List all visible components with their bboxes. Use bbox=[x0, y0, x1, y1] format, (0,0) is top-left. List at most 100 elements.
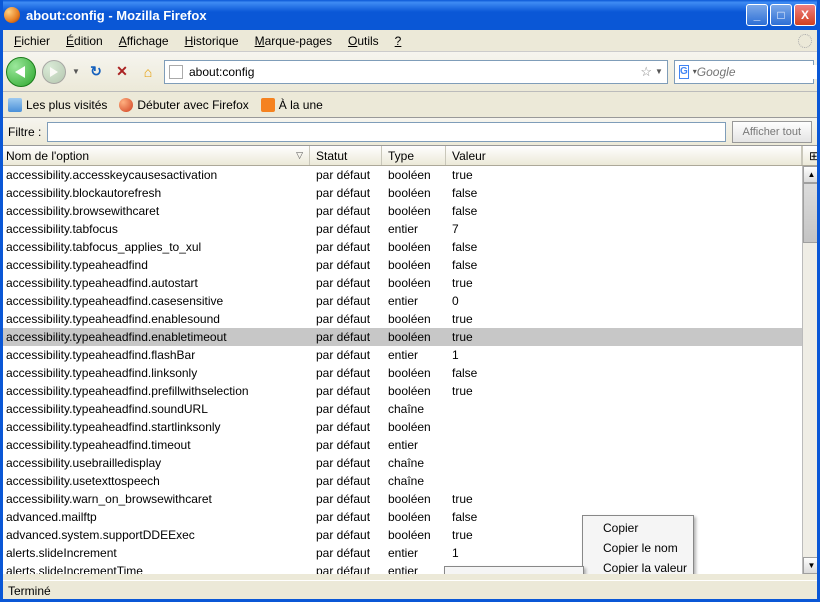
scroll-up-icon[interactable]: ▲ bbox=[803, 166, 820, 183]
table-row[interactable]: accessibility.warn_on_browsewithcaretpar… bbox=[0, 490, 802, 508]
context-item[interactable]: Chaîne de caractères bbox=[447, 569, 581, 574]
table-row[interactable]: accessibility.typeaheadfindpar défautboo… bbox=[0, 256, 802, 274]
table-row[interactable]: accessibility.usebrailledisplaypar défau… bbox=[0, 454, 802, 472]
bookmark-icon bbox=[261, 98, 275, 112]
table-row[interactable]: accessibility.typeaheadfind.casesensitiv… bbox=[0, 292, 802, 310]
minimize-button[interactable]: _ bbox=[746, 4, 768, 26]
url-input[interactable] bbox=[189, 65, 637, 79]
table-row[interactable]: accessibility.accesskeycausesactivationp… bbox=[0, 166, 802, 184]
bookmark-star-icon[interactable]: ☆ bbox=[640, 64, 652, 80]
search-box[interactable]: G ▾ 🔍 bbox=[674, 60, 814, 84]
bookmarks-bar: Les plus visités Débuter avec Firefox À la… bbox=[0, 92, 820, 118]
close-button[interactable]: X bbox=[794, 4, 816, 26]
search-input[interactable] bbox=[697, 65, 820, 79]
context-item[interactable]: Copier la valeur bbox=[585, 558, 691, 574]
menu-outils[interactable]: Outils bbox=[340, 32, 387, 50]
cell-type: booléen bbox=[382, 240, 446, 254]
cell-name: accessibility.warn_on_browsewithcaret bbox=[0, 492, 310, 506]
cell-name: accessibility.accesskeycausesactivation bbox=[0, 168, 310, 182]
cell-name: accessibility.typeaheadfind.soundURL bbox=[0, 402, 310, 416]
cell-name: accessibility.tabfocus bbox=[0, 222, 310, 236]
cell-value: false bbox=[446, 186, 802, 200]
url-bar[interactable]: ☆ ▼ bbox=[164, 60, 668, 84]
table-row[interactable]: accessibility.typeaheadfind.startlinkson… bbox=[0, 418, 802, 436]
menu-marque-pages[interactable]: Marque-pages bbox=[247, 32, 340, 50]
reload-button[interactable]: ↻ bbox=[86, 62, 106, 82]
filter-bar: Filtre : Afficher tout bbox=[0, 118, 820, 146]
filter-label: Filtre : bbox=[8, 125, 41, 139]
scroll-track[interactable] bbox=[803, 183, 820, 557]
cell-status: par défaut bbox=[310, 546, 382, 560]
cell-status: par défaut bbox=[310, 402, 382, 416]
cell-status: par défaut bbox=[310, 384, 382, 398]
cell-status: par défaut bbox=[310, 528, 382, 542]
cell-type: entier bbox=[382, 546, 446, 560]
back-button[interactable] bbox=[6, 57, 36, 87]
cell-status: par défaut bbox=[310, 510, 382, 524]
cell-status: par défaut bbox=[310, 564, 382, 574]
status-bar: Terminé bbox=[0, 580, 820, 602]
table-row[interactable]: accessibility.browsewithcaretpar défautb… bbox=[0, 202, 802, 220]
menu-historique[interactable]: Historique bbox=[177, 32, 247, 50]
cell-value: true bbox=[446, 276, 802, 290]
cell-name: accessibility.typeaheadfind.timeout bbox=[0, 438, 310, 452]
filter-input[interactable] bbox=[47, 122, 725, 142]
home-button[interactable]: ⌂ bbox=[138, 62, 158, 82]
cell-name: accessibility.usebrailledisplay bbox=[0, 456, 310, 470]
url-dropdown[interactable]: ▼ bbox=[655, 67, 663, 76]
cell-name: accessibility.tabfocus_applies_to_xul bbox=[0, 240, 310, 254]
table-row[interactable]: accessibility.typeaheadfind.flashBarpar … bbox=[0, 346, 802, 364]
column-name[interactable]: Nom de l'option▽ bbox=[0, 146, 310, 165]
history-dropdown[interactable]: ▼ bbox=[72, 67, 80, 76]
forward-button[interactable] bbox=[42, 60, 66, 84]
table-row[interactable]: accessibility.typeaheadfind.prefillwiths… bbox=[0, 382, 802, 400]
column-status[interactable]: Statut bbox=[310, 146, 382, 165]
menu-?[interactable]: ? bbox=[387, 32, 410, 50]
menu-affichage[interactable]: Affichage bbox=[111, 32, 177, 50]
show-all-button[interactable]: Afficher tout bbox=[732, 121, 813, 143]
table-row[interactable]: accessibility.typeaheadfind.linksonlypar… bbox=[0, 364, 802, 382]
google-icon[interactable]: G bbox=[679, 65, 689, 79]
cell-name: accessibility.blockautorefresh bbox=[0, 186, 310, 200]
scroll-thumb[interactable] bbox=[803, 183, 820, 243]
menu-édition[interactable]: Édition bbox=[58, 32, 111, 50]
column-picker-icon[interactable]: ⊞ bbox=[802, 146, 820, 165]
cell-type: booléen bbox=[382, 168, 446, 182]
cell-type: chaîne bbox=[382, 474, 446, 488]
cell-type: entier bbox=[382, 564, 446, 574]
table-row[interactable]: accessibility.typeaheadfind.timeoutpar d… bbox=[0, 436, 802, 454]
stop-button[interactable]: ✕ bbox=[112, 62, 132, 82]
cell-status: par défaut bbox=[310, 204, 382, 218]
table-row[interactable]: accessibility.blockautorefreshpar défaut… bbox=[0, 184, 802, 202]
bookmark-item[interactable]: À la une bbox=[261, 98, 323, 112]
column-type[interactable]: Type bbox=[382, 146, 446, 165]
table-row[interactable]: accessibility.tabfocus_applies_to_xulpar… bbox=[0, 238, 802, 256]
column-value[interactable]: Valeur bbox=[446, 146, 802, 165]
cell-name: accessibility.typeaheadfind.startlinkson… bbox=[0, 420, 310, 434]
bookmark-item[interactable]: Les plus visités bbox=[8, 98, 107, 112]
title-bar[interactable]: about:config - Mozilla Firefox _ □ X bbox=[0, 0, 820, 30]
cell-type: entier bbox=[382, 222, 446, 236]
maximize-button[interactable]: □ bbox=[770, 4, 792, 26]
table-row[interactable]: accessibility.typeaheadfind.soundURLpar … bbox=[0, 400, 802, 418]
cell-value: 7 bbox=[446, 222, 802, 236]
menu-fichier[interactable]: Fichier bbox=[6, 32, 58, 50]
table-row[interactable]: accessibility.typeaheadfind.autostartpar… bbox=[0, 274, 802, 292]
bookmark-item[interactable]: Débuter avec Firefox bbox=[119, 98, 248, 112]
cell-type: booléen bbox=[382, 258, 446, 272]
context-item[interactable]: Copier bbox=[585, 518, 691, 538]
table-row[interactable]: accessibility.usetexttospeechpar défautc… bbox=[0, 472, 802, 490]
context-item[interactable]: Copier le nom bbox=[585, 538, 691, 558]
table-row[interactable]: accessibility.typeaheadfind.enabletimeou… bbox=[0, 328, 802, 346]
vertical-scrollbar[interactable]: ▲ ▼ bbox=[802, 166, 820, 574]
table-row[interactable]: accessibility.typeaheadfind.enablesoundp… bbox=[0, 310, 802, 328]
cell-value: 1 bbox=[446, 348, 802, 362]
cell-type: booléen bbox=[382, 528, 446, 542]
sort-indicator-icon: ▽ bbox=[296, 150, 303, 161]
cell-type: booléen bbox=[382, 420, 446, 434]
scroll-down-icon[interactable]: ▼ bbox=[803, 557, 820, 574]
table-row[interactable]: accessibility.tabfocuspar défautentier7 bbox=[0, 220, 802, 238]
bookmark-icon bbox=[8, 98, 22, 112]
cell-value: false bbox=[446, 258, 802, 272]
cell-name: advanced.system.supportDDEExec bbox=[0, 528, 310, 542]
